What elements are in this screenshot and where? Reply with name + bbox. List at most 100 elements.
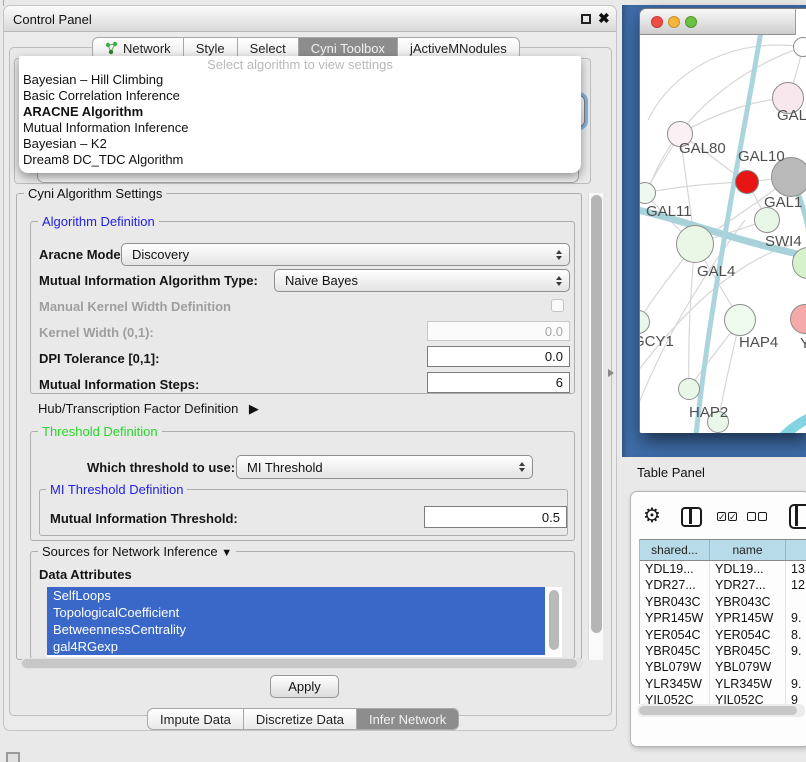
- table-cell: 13: [786, 561, 806, 577]
- app-root: Control Panel ✖ Network Style Select Cyn…: [0, 0, 806, 762]
- attribute-item[interactable]: BetweennessCentrality: [47, 621, 545, 638]
- dpi-tolerance-label: DPI Tolerance [0,1]:: [39, 351, 159, 366]
- mi-threshold-field[interactable]: 0.5: [424, 506, 567, 528]
- table-cell: YIL052C: [710, 692, 786, 704]
- group-title: Cyni Algorithm Settings: [24, 186, 166, 201]
- table-header-row: shared... name: [640, 539, 806, 561]
- table-row[interactable]: YDL19... YDL19... 13: [640, 561, 806, 577]
- mi-steps-field[interactable]: 6: [427, 372, 570, 393]
- attribute-item[interactable]: SelfLoops: [47, 587, 545, 604]
- attribute-item[interactable]: gal4RGexp: [47, 638, 545, 655]
- table-row[interactable]: YDR27... YDR27... 12: [640, 577, 806, 593]
- minimize-traffic-light[interactable]: [668, 16, 680, 28]
- settings-vscrollbar-thumb[interactable]: [591, 195, 602, 633]
- aracne-mode-combo[interactable]: Discovery: [121, 243, 570, 266]
- table-row[interactable]: YBR043C YBR043C: [640, 594, 806, 610]
- table-cell: YLR345W: [640, 676, 710, 692]
- algorithm-option[interactable]: Mutual Information Inference: [19, 120, 581, 136]
- algorithm-placeholder: Select algorithm to view settings: [19, 56, 581, 72]
- dpi-tolerance-value: 0.0: [545, 349, 563, 364]
- column-header-shared-name[interactable]: shared...: [640, 540, 710, 560]
- float-window-icon[interactable]: [581, 14, 591, 24]
- table-cell: 9: [786, 692, 806, 704]
- close-icon[interactable]: ✖: [598, 10, 610, 27]
- table-cell: YBL079W: [710, 659, 786, 675]
- which-threshold-label: Which threshold to use:: [87, 460, 235, 475]
- tab-impute-data[interactable]: Impute Data: [147, 708, 244, 730]
- tab-label: Impute Data: [160, 712, 231, 727]
- checked-box-icon: ✓: [728, 512, 737, 521]
- table-row[interactable]: YIL052C YIL052C 9: [640, 692, 806, 704]
- sources-group: Sources for Network Inference ▼ Data Att…: [30, 551, 575, 659]
- deselect-all-rows-icon[interactable]: [747, 512, 767, 521]
- dock-mini-icon[interactable]: [6, 752, 20, 762]
- settings-hscrollbar-thumb[interactable]: [22, 659, 577, 668]
- group-title: MI Threshold Definition: [46, 482, 187, 497]
- close-traffic-light[interactable]: [651, 16, 663, 28]
- algorithm-option[interactable]: Bayesian – K2: [19, 136, 581, 152]
- column-visibility-icon[interactable]: [681, 507, 702, 527]
- column-header-name[interactable]: name: [710, 540, 786, 560]
- dpi-tolerance-field[interactable]: 0.0: [427, 346, 570, 367]
- kernel-width-field: 0.0: [427, 321, 570, 341]
- combo-arrows-icon: [556, 276, 562, 286]
- algorithm-option[interactable]: Bayesian – Hill Climbing: [19, 72, 581, 88]
- table-row[interactable]: YBR045C YBR045C 9.: [640, 643, 806, 659]
- table-row[interactable]: YLR345W YLR345W 9.: [640, 676, 806, 692]
- which-threshold-combo[interactable]: MI Threshold: [236, 455, 533, 479]
- table-cell: YBR045C: [640, 643, 710, 659]
- gear-icon[interactable]: ⚙: [643, 505, 661, 527]
- tab-discretize-data[interactable]: Discretize Data: [244, 708, 357, 730]
- hub-definition-expander[interactable]: Hub/Transcription Factor Definition ▶: [38, 400, 259, 418]
- network-node-gal4[interactable]: [676, 225, 714, 263]
- table-cell: 12: [786, 577, 806, 593]
- expand-right-icon: ▶: [249, 401, 259, 416]
- node-label: GCY1: [640, 333, 674, 350]
- network-icon: [105, 41, 118, 55]
- table-hscrollbar-thumb[interactable]: [639, 706, 797, 715]
- zoom-traffic-light[interactable]: [685, 16, 697, 28]
- table-row[interactable]: YBL079W YBL079W: [640, 659, 806, 675]
- group-title: Algorithm Definition: [38, 214, 159, 229]
- network-node-hap2[interactable]: [678, 378, 700, 400]
- export-table-icon[interactable]: [789, 504, 806, 529]
- select-all-rows-icon[interactable]: ✓ ✓: [717, 512, 737, 521]
- tab-label: Discretize Data: [256, 712, 344, 727]
- node-label: Y: [800, 335, 806, 352]
- table-cell: YDL19...: [710, 561, 786, 577]
- sources-collapse-toggle[interactable]: Sources for Network Inference ▼: [38, 544, 236, 561]
- table-cell: 9.: [786, 643, 806, 659]
- tab-label: Cyni Toolbox: [311, 41, 385, 56]
- node-label: GAL: [777, 107, 806, 124]
- table-row[interactable]: YER054C YER054C 8.: [640, 627, 806, 643]
- settings-vscrollbar-track: [588, 193, 603, 660]
- column-header-partial[interactable]: [786, 540, 806, 560]
- list-scrollbar-thumb[interactable]: [549, 590, 559, 650]
- which-threshold-value: MI Threshold: [247, 460, 323, 475]
- table-panel-title: Table Panel: [637, 465, 705, 480]
- table-cell: YBL079W: [640, 659, 710, 675]
- panel-divider-arrow[interactable]: [608, 369, 614, 377]
- algorithm-option[interactable]: Dream8 DC_TDC Algorithm: [19, 152, 581, 168]
- network-node-hap4[interactable]: [724, 304, 756, 336]
- apply-button[interactable]: Apply: [270, 675, 339, 698]
- algorithm-option-selected[interactable]: ARACNE Algorithm: [19, 104, 581, 120]
- mi-threshold-label: Mutual Information Threshold:: [50, 511, 238, 526]
- algorithm-option[interactable]: Basic Correlation Inference: [19, 88, 581, 104]
- node-label: GAL80: [679, 140, 726, 157]
- table-row[interactable]: YPR145W YPR145W 9.: [640, 610, 806, 626]
- mi-type-combo[interactable]: Naive Bayes: [274, 269, 570, 292]
- table-panel-window: ⚙ ✓ ✓ shared... name YDL19... YDL19... 1…: [630, 491, 806, 747]
- network-node[interactable]: [793, 37, 806, 57]
- threshold-definition-group: Threshold Definition Which threshold to …: [30, 431, 575, 541]
- manual-kernel-checkbox: [551, 299, 564, 312]
- combo-arrows-icon: [519, 462, 525, 472]
- kernel-width-value: 0.0: [545, 324, 563, 339]
- mi-type-value: Naive Bayes: [285, 273, 358, 288]
- node-table: shared... name YDL19... YDL19... 13 YDR2…: [639, 539, 806, 704]
- algorithm-dropdown-popup: Select algorithm to view settings Bayesi…: [19, 56, 581, 173]
- network-node-selected-red[interactable]: [735, 170, 759, 194]
- attribute-item[interactable]: TopologicalCoefficient: [47, 604, 545, 621]
- tab-infer-network[interactable]: Infer Network: [357, 708, 459, 730]
- table-cell: YDL19...: [640, 561, 710, 577]
